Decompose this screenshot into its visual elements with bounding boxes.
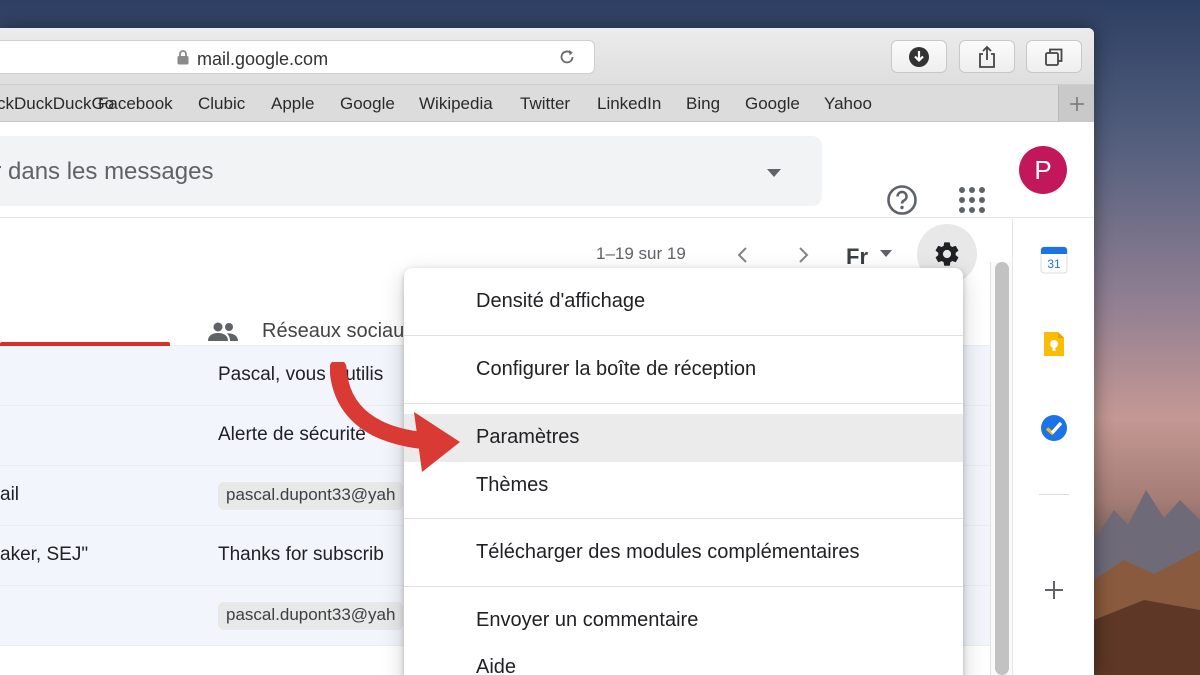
row-sender: ail: [0, 484, 20, 505]
address-bar[interactable]: mail.google.com: [0, 40, 595, 74]
menu-item-label: Paramètres: [476, 426, 580, 448]
side-panel-divider: [1039, 494, 1069, 495]
menu-item-feedback[interactable]: Envoyer un commentaire: [404, 597, 963, 645]
favorite-bing[interactable]: Bing: [686, 94, 720, 114]
menu-item-label: Télécharger des modules complémentaires: [476, 541, 860, 563]
apps-grid-icon[interactable]: [958, 186, 986, 214]
recipient-chip: pascal.dupont33@yah: [218, 602, 404, 630]
menu-item-help[interactable]: Aide: [404, 644, 963, 675]
lock-icon: [177, 50, 189, 65]
favorite-google[interactable]: Google: [340, 94, 395, 114]
keep-icon[interactable]: [1040, 330, 1068, 358]
calendar-icon[interactable]: 31: [1040, 246, 1068, 274]
reload-icon[interactable]: [557, 47, 577, 67]
share-icon: [979, 45, 995, 68]
favorite-clubic[interactable]: Clubic: [198, 94, 245, 114]
menu-item-settings[interactable]: Paramètres: [404, 414, 963, 462]
search-options-icon[interactable]: [766, 168, 782, 178]
scrollbar-thumb[interactable]: [995, 262, 1009, 675]
favorite-yahoo[interactable]: Yahoo: [824, 94, 872, 114]
menu-item-label: Aide: [476, 656, 517, 675]
caret-down-icon[interactable]: [880, 250, 892, 258]
gmail-header: er dans les messages P: [0, 122, 1094, 218]
share-button[interactable]: [959, 40, 1015, 73]
add-favorite-button[interactable]: [1058, 85, 1094, 122]
menu-item-label: Thèmes: [476, 474, 549, 496]
tasks-icon[interactable]: [1040, 414, 1068, 442]
pagination-count: 1–19 sur 19: [596, 244, 686, 263]
favorites-bar: ckDuckDuckGo Facebook Clubic Apple Googl…: [0, 84, 1094, 122]
row-subject: Thanks for subscrib: [218, 544, 384, 565]
downloads-button[interactable]: [891, 40, 947, 73]
help-icon[interactable]: [886, 184, 918, 216]
menu-item-label: Envoyer un commentaire: [476, 609, 699, 631]
recipient-chip: pascal.dupont33@yah: [218, 482, 404, 510]
scrollbar[interactable]: [990, 262, 1012, 675]
menu-divider: [404, 518, 963, 519]
favorite-twitter[interactable]: Twitter: [520, 94, 570, 114]
side-panel: 31: [1012, 218, 1094, 675]
favorite-linkedin[interactable]: LinkedIn: [597, 94, 661, 114]
add-addon-icon[interactable]: [1040, 576, 1068, 604]
menu-divider: [404, 335, 963, 336]
favorite-wikipedia[interactable]: Wikipedia: [419, 94, 493, 114]
menu-item-label: Configurer la boîte de réception: [476, 358, 757, 380]
desktop-mountains: [1094, 490, 1200, 675]
people-icon: [208, 322, 238, 341]
search-input[interactable]: er dans les messages: [0, 136, 822, 206]
tab-social[interactable]: Réseaux sociau: [262, 320, 404, 343]
menu-item-label: Densité d'affichage: [476, 290, 646, 312]
menu-divider: [404, 403, 963, 404]
settings-menu: Densité d'affichage Configurer la boîte …: [404, 268, 963, 675]
favorite-apple[interactable]: Apple: [271, 94, 314, 114]
search-placeholder: er dans les messages: [0, 158, 214, 185]
tabs-overview-icon: [1045, 48, 1063, 66]
menu-item-configure-inbox[interactable]: Configurer la boîte de réception: [404, 346, 963, 394]
plus-icon: [1069, 96, 1084, 111]
row-sender: aker, SEJ": [0, 544, 89, 565]
favorite-google-2[interactable]: Google: [745, 94, 800, 114]
menu-item-density[interactable]: Densité d'affichage: [404, 278, 963, 326]
favorite-facebook[interactable]: Facebook: [98, 94, 173, 114]
annotation-arrow: [330, 362, 460, 472]
download-icon: [909, 46, 929, 67]
avatar[interactable]: P: [1019, 146, 1067, 194]
tabs-button[interactable]: [1026, 40, 1082, 73]
browser-window: mail.google.com ckDuckDuckGo Facebook Cl…: [0, 28, 1094, 675]
menu-divider: [404, 586, 963, 587]
url-text: mail.google.com: [197, 49, 329, 69]
calendar-day: 31: [1047, 257, 1061, 271]
menu-item-themes[interactable]: Thèmes: [404, 462, 963, 510]
browser-toolbar: mail.google.com: [0, 28, 1094, 84]
menu-item-addons[interactable]: Télécharger des modules complémentaires: [404, 529, 963, 577]
